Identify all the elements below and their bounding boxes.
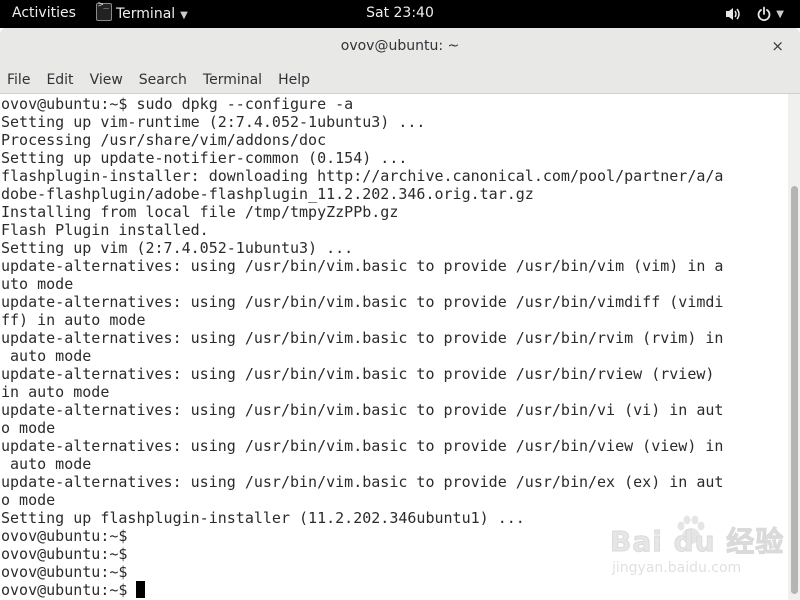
terminal-line: Installing from local file /tmp/tmpyZzPP… [1, 203, 399, 221]
menu-bar: File Edit View Search Terminal Help [0, 66, 800, 94]
terminal-line: ff) in auto mode [1, 311, 146, 329]
terminal-line: update-alternatives: using /usr/bin/vim.… [1, 437, 724, 455]
terminal-line: update-alternatives: using /usr/bin/vim.… [1, 401, 724, 419]
power-icon [756, 6, 772, 22]
terminal-line: update-alternatives: using /usr/bin/vim.… [1, 257, 724, 275]
top-bar: Activities >_ Terminal ▼ Sat 23:40 ▼ [0, 0, 800, 28]
terminal-line: Setting up flashplugin-installer (11.2.2… [1, 509, 525, 527]
system-menu-button[interactable]: ▼ [724, 0, 790, 28]
system-chevron-down-icon: ▼ [776, 8, 784, 20]
baidu-watermark: Bai du 经验 jingyan.baidu.com [609, 514, 790, 586]
terminal-line: in auto mode [1, 383, 110, 401]
menu-help[interactable]: Help [270, 72, 318, 88]
terminal-line: update-alternatives: using /usr/bin/vim.… [1, 365, 715, 383]
terminal-line: Setting up vim-runtime (2:7.4.052-1ubunt… [1, 113, 426, 131]
window-title: ovov@ubuntu: ~ [340, 38, 460, 54]
watermark-main-text: Bai du 经验 [609, 525, 785, 559]
window-titlebar[interactable]: ovov@ubuntu: ~ × [0, 28, 800, 66]
menu-view[interactable]: View [82, 72, 131, 88]
terminal-line: ovov@ubuntu:~$ [1, 527, 128, 545]
volume-icon [724, 6, 742, 22]
terminal-line: ovov@ubuntu:~$ [1, 581, 146, 599]
terminal-line: Setting up update-notifier-common (0.154… [1, 149, 408, 167]
terminal-line: o mode [1, 419, 56, 437]
terminal-line: update-alternatives: using /usr/bin/vim.… [1, 293, 724, 311]
clock[interactable]: Sat 23:40 [0, 5, 800, 21]
terminal-line: ovov@ubuntu:~$ [1, 545, 128, 563]
terminal-line: dobe-flashplugin/adobe-flashplugin_11.2.… [1, 185, 534, 203]
terminal-line: auto mode [1, 347, 92, 365]
terminal-line: Setting up vim (2:7.4.052-1ubuntu3) ... [1, 239, 354, 257]
close-icon[interactable]: × [771, 37, 784, 55]
terminal-line: ovov@ubuntu:~$ sudo dpkg --configure -a [1, 95, 354, 113]
terminal-line: update-alternatives: using /usr/bin/vim.… [1, 473, 724, 491]
watermark-url: jingyan.baidu.com [612, 560, 742, 576]
menu-search[interactable]: Search [131, 72, 195, 88]
terminal-line: ovov@ubuntu:~$ [1, 563, 128, 581]
menu-edit[interactable]: Edit [38, 72, 81, 88]
terminal-line: auto mode [1, 455, 92, 473]
terminal-line: update-alternatives: using /usr/bin/vim.… [1, 329, 724, 347]
terminal-line: uto mode [1, 275, 74, 293]
terminal-line: Processing /usr/share/vim/addons/doc [1, 131, 327, 149]
terminal-line: flashplugin-installer: downloading http:… [1, 167, 724, 185]
terminal-line: o mode [1, 491, 56, 509]
menu-file[interactable]: File [0, 72, 38, 88]
scrollbar-thumb[interactable] [791, 186, 798, 594]
menu-terminal[interactable]: Terminal [195, 72, 270, 88]
terminal-line: Flash Plugin installed. [1, 221, 209, 239]
terminal-cursor [136, 581, 146, 598]
